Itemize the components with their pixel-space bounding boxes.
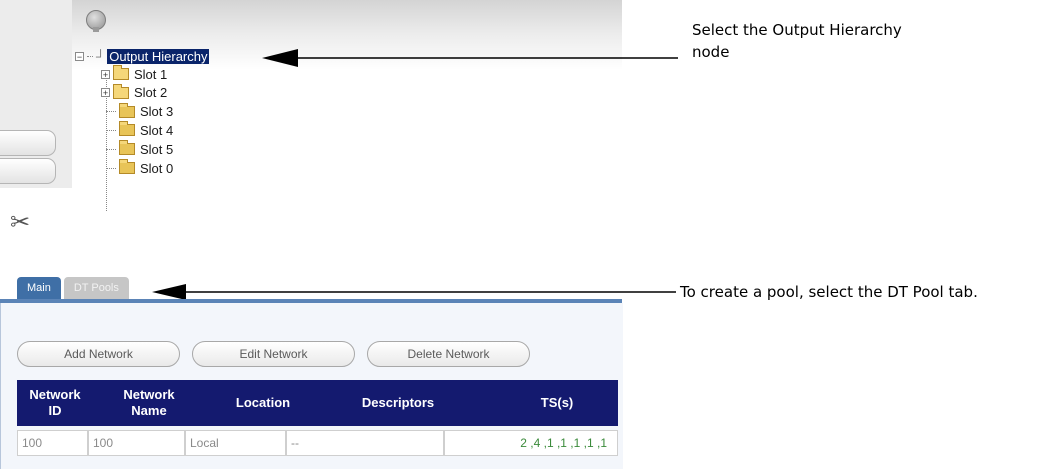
annotation-top-line2: node — [692, 43, 730, 61]
table-row[interactable]: 100 100 Local -- 2 ,4 ,1 ,1 ,1 ,1 ,1 — [17, 430, 618, 456]
delete-network-button[interactable]: Delete Network — [367, 341, 530, 367]
tab-dt-pools[interactable]: DT Pools — [63, 277, 129, 299]
column-header-location[interactable]: Location — [213, 395, 313, 411]
annotation-top-line1: Select the Output Hierarchy — [692, 21, 902, 39]
cell-descriptors: -- — [286, 430, 444, 456]
add-network-button[interactable]: Add Network — [17, 341, 180, 367]
annotation-bottom: To create a pool, select the DT Pool tab… — [680, 283, 978, 301]
column-header-network-id[interactable]: Network ID — [25, 387, 85, 419]
column-header-network-name[interactable]: Network Name — [109, 387, 189, 419]
column-header-descriptors[interactable]: Descriptors — [343, 395, 453, 411]
tab-strip: Main DT Pools — [17, 277, 129, 299]
table-header: Network ID Network Name Location Descrip… — [17, 380, 618, 426]
cell-network-id: 100 — [17, 430, 88, 456]
tab-main[interactable]: Main — [17, 277, 61, 299]
cell-network-name: 100 — [88, 430, 185, 456]
annotation-top: Select the Output Hierarchy node — [692, 19, 902, 63]
cell-ts: 2 ,4 ,1 ,1 ,1 ,1 ,1 — [444, 430, 618, 456]
edit-network-button[interactable]: Edit Network — [192, 341, 355, 367]
column-header-ts[interactable]: TS(s) — [517, 395, 597, 411]
cell-location: Local — [185, 430, 286, 456]
